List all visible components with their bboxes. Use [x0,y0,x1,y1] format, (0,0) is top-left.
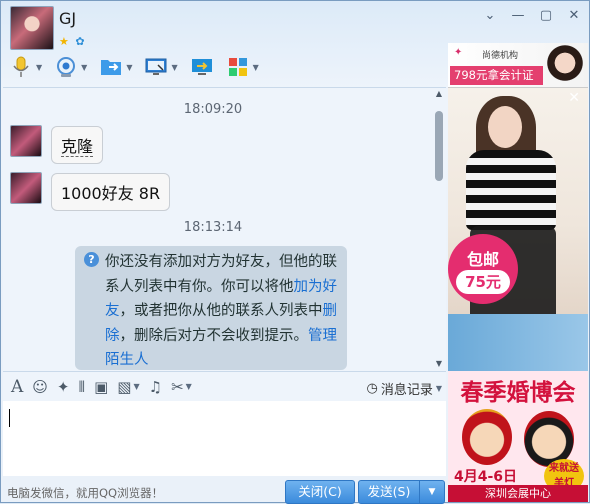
sender-avatar[interactable] [10,172,42,204]
chevron-down-icon[interactable]: ▼ [126,63,132,72]
clock-icon: ◷ [366,381,378,396]
history-label: 消息记录 [380,383,433,398]
message-text: 克隆 [61,137,94,157]
ad-title: 春季婚博会 [460,379,576,406]
scroll-down-icon[interactable]: ▼ [433,359,445,368]
contact-avatar[interactable] [10,6,54,50]
screen-share-icon [190,55,214,79]
promo-text[interactable]: 电脑发微信，就用QQ浏览器！ [7,485,163,501]
ad-price: 798元拿会计证 [450,66,543,85]
ad-banner-wedding[interactable]: 春季婚博会 4月4-6日 来就送 羊灯 深圳会展中心 [448,371,588,502]
message-history-button[interactable]: ◷ 消息记录 ▼ [366,379,442,398]
apps-button[interactable]: ▼ [226,55,259,79]
minimize-icon[interactable]: — [511,8,525,23]
scroll-up-icon[interactable]: ▲ [433,89,445,98]
screenshot-scissors-icon[interactable]: ✂ ▼ [171,378,192,396]
image-icon[interactable]: ▧ ▼ [117,378,139,396]
chevron-down-icon[interactable]: ▼ [81,63,87,72]
webcam-icon [54,55,78,79]
microphone-icon [9,55,33,79]
emoji-icon[interactable]: ☺ [32,378,48,396]
status-icons: ★ ✿ [59,35,85,48]
ad-badge-line1: 包邮 [466,250,499,269]
maximize-icon[interactable]: ▢ [539,8,553,23]
chat-scrollbar[interactable]: ▲ ▼ [433,89,445,371]
video-call-button[interactable]: ▼ [54,55,87,79]
monitor-icon [144,55,168,79]
ad-badge: 包邮 75元 [448,234,518,304]
apps-grid-icon [226,55,250,79]
ad-model-face [488,106,522,148]
input-toolbar: A ☺ ✦ ⦀ ▣ ▧ ▼ ♫ ✂ ▼ ◷ 消息记录 ▼ [3,371,446,401]
message-timestamp: 18:13:14 [183,220,243,235]
message-bubble[interactable]: 1000好友 8R [51,173,171,211]
chat-toolbar: ▼ ▼ ▼ ▼ ▼ [9,55,269,79]
chevron-down-icon[interactable]: ▼ [36,63,42,72]
chevron-down-icon[interactable]: ▼ [186,382,192,391]
text-cursor [9,409,10,427]
ad-date: 4月4-6日 [454,469,518,485]
chevron-down-icon[interactable]: ▼ [253,63,259,72]
send-button[interactable]: 发送(S) [358,480,420,504]
magic-wand-icon[interactable]: ✦ [57,378,70,396]
ad-brand: 尚德机构 [482,51,519,61]
ad-banner-fashion[interactable]: ✕ 包邮 75元 [448,88,588,314]
ad-model-image [546,45,584,85]
ad-banner-middle[interactable] [448,314,588,371]
ad-logo: ✦ [454,47,463,58]
message-list[interactable]: 18:09:20 克隆 1000好友 8R 18:13:14 ? 你还没有添加对… [3,87,446,371]
message-bubble[interactable]: 克隆 [51,126,104,164]
ad-model-top [466,150,556,230]
contact-name[interactable]: GJ [59,9,76,28]
music-icon[interactable]: ♫ [149,378,162,396]
chevron-down-icon[interactable]: ▼ [171,63,177,72]
notice-text: ，删除后对方不会收到提示。 [119,327,309,344]
message-input[interactable] [3,401,446,476]
close-button[interactable]: 关闭(C) [285,480,355,504]
shake-icon[interactable]: ⦀ [79,378,86,396]
close-icon[interactable]: ✕ [568,90,580,106]
star-icon[interactable]: ★ [59,35,69,48]
remote-desktop-button[interactable]: ▼ [144,55,178,79]
send-options-button[interactable]: ▼ [419,480,445,504]
stranger-notice: ? 你还没有添加对方为好友，但他的联系人列表中有你。你可以将他加为好友，或者把你… [75,246,347,370]
close-icon[interactable]: ✕ [567,8,581,23]
ad-venue: 深圳会展中心 [448,485,588,502]
folder-icon [99,55,123,79]
emoticon-bubble-icon[interactable]: ▣ [94,378,108,396]
send-file-button[interactable]: ▼ [99,55,132,79]
sender-avatar[interactable] [10,125,42,157]
bride-illustration [462,409,512,465]
message-text: 1000好友 8R [61,184,161,203]
ad-badge-line2: 75元 [456,270,510,294]
info-icon: ? [84,252,99,267]
font-icon[interactable]: A [11,377,23,397]
message-timestamp: 18:09:20 [183,102,243,117]
collapse-icon[interactable]: ⌄ [483,8,497,23]
chevron-down-icon[interactable]: ▼ [436,384,442,393]
share-screen-button[interactable] [190,55,214,79]
chat-window: GJ ★ ✿ ⌄ — ▢ ✕ ▼ ▼ ▼ ▼ ▼ 18:09:20 克隆 100… [0,0,590,504]
window-controls: ⌄ — ▢ ✕ [483,8,581,23]
scroll-thumb[interactable] [435,111,443,181]
notice-text: ，或者把你从他的联系人列表中 [119,303,323,319]
chevron-down-icon: ▼ [428,487,436,497]
chevron-down-icon[interactable]: ▼ [133,382,139,391]
qzone-icon[interactable]: ✿ [75,35,84,48]
ad-banner-top[interactable]: ✦ 尚德机构 798元拿会计证 [448,43,588,88]
voice-call-button[interactable]: ▼ [9,55,42,79]
